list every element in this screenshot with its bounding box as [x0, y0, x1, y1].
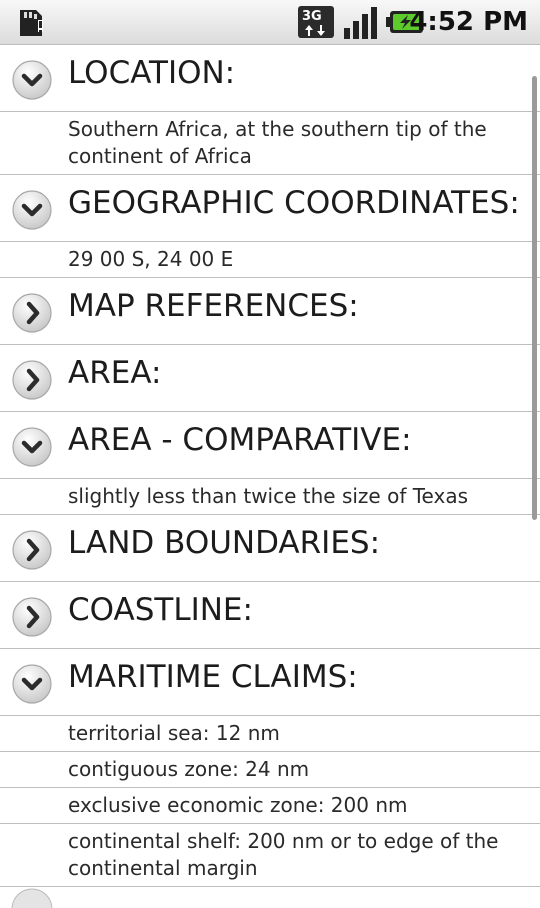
chevron-right-icon[interactable]: [11, 596, 53, 638]
section-title: COASTLINE:: [68, 592, 253, 628]
3g-data-icon: 3G: [298, 6, 334, 38]
divider: [0, 886, 540, 887]
section-title: MARITIME CLAIMS:: [68, 659, 358, 695]
section-detail: contiguous zone: 24 nm: [0, 752, 540, 787]
section-title: MAP REFERENCES:: [68, 288, 359, 324]
chevron-down-icon[interactable]: [11, 426, 53, 468]
section-title: LOCATION:: [68, 55, 236, 91]
section-header[interactable]: AREA:: [0, 345, 540, 411]
section-header[interactable]: LAND BOUNDARIES:: [0, 515, 540, 581]
clock: 4:52 PM: [409, 7, 528, 37]
status-bar: 3G 4:52 PM: [0, 0, 540, 45]
chevron-right-icon[interactable]: [11, 292, 53, 334]
section-header[interactable]: LOCATION:: [0, 45, 540, 111]
factbook-section-list: LOCATION: Southern Africa, at the souther…: [0, 45, 540, 887]
chevron-down-icon[interactable]: [11, 663, 53, 705]
chevron-down-icon[interactable]: [11, 59, 53, 101]
section-header[interactable]: MAP REFERENCES:: [0, 278, 540, 344]
section-title: GEOGRAPHIC COORDINATES:: [68, 185, 520, 221]
section-detail: Southern Africa, at the southern tip of …: [0, 112, 540, 174]
chevron-right-icon[interactable]: [11, 529, 53, 571]
section-title: LAND BOUNDARIES:: [68, 525, 381, 561]
section-detail: 29 00 S, 24 00 E: [0, 242, 540, 277]
section-detail: slightly less than twice the size of Tex…: [0, 479, 540, 514]
section-detail: continental shelf: 200 nm or to edge of …: [0, 824, 540, 886]
section-detail: exclusive economic zone: 200 nm: [0, 788, 540, 823]
scrollbar[interactable]: [532, 76, 537, 520]
sd-card-warning-icon: [20, 10, 43, 36]
section-title: AREA:: [68, 355, 162, 391]
signal-strength-icon: [344, 7, 377, 39]
chevron-down-icon[interactable]: [11, 189, 53, 231]
network-type-label: 3G: [302, 9, 322, 24]
section-detail: territorial sea: 12 nm: [0, 716, 540, 751]
section-header[interactable]: MARITIME CLAIMS:: [0, 649, 540, 715]
partial-chevron-icon: [11, 888, 53, 908]
section-header[interactable]: GEOGRAPHIC COORDINATES:: [0, 175, 540, 241]
section-title: AREA - COMPARATIVE:: [68, 422, 412, 458]
section-header[interactable]: COASTLINE:: [0, 582, 540, 648]
chevron-right-icon[interactable]: [11, 359, 53, 401]
section-header[interactable]: AREA - COMPARATIVE:: [0, 412, 540, 478]
